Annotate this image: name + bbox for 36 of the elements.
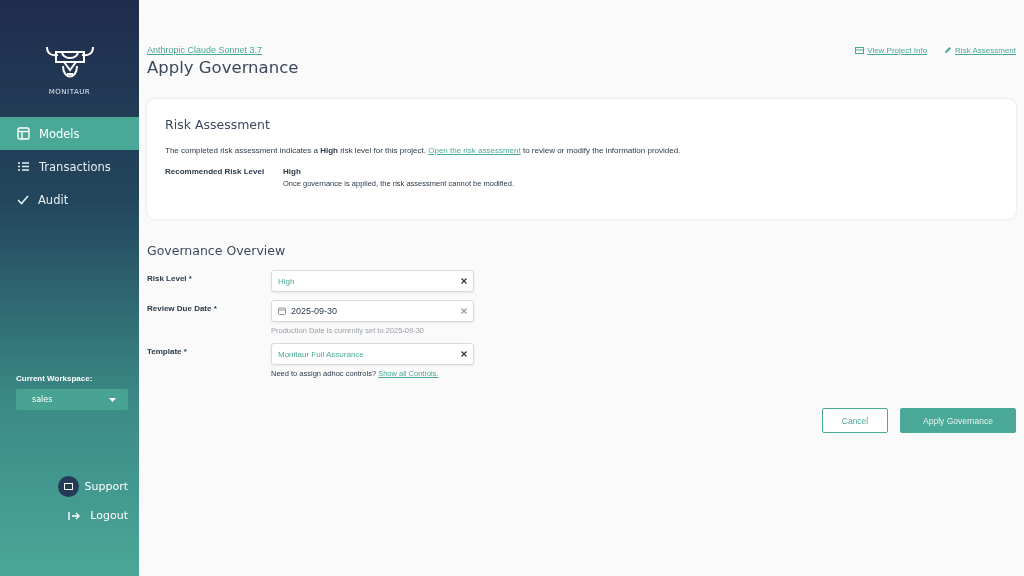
cancel-button[interactable]: Cancel bbox=[822, 408, 888, 433]
clear-icon[interactable] bbox=[461, 351, 467, 357]
header-link[interactable]: View Project Info bbox=[855, 45, 928, 55]
page-title: Apply Governance bbox=[147, 58, 300, 77]
open-assessment-link[interactable]: Open the risk assessment bbox=[428, 146, 521, 155]
date-field[interactable]: 2025-09-30 bbox=[271, 300, 474, 322]
chat-icon bbox=[57, 476, 79, 497]
apply-button[interactable]: Apply Governance bbox=[900, 408, 1016, 433]
nav-item[interactable]: Transactions bbox=[0, 150, 139, 183]
pencil-icon bbox=[944, 46, 953, 54]
field-label: Risk Level * bbox=[147, 273, 193, 285]
select-field[interactable]: High bbox=[271, 270, 474, 292]
recommended-risk-value: High bbox=[283, 167, 302, 176]
calendar-icon bbox=[278, 307, 286, 315]
select-field[interactable]: Monitaur Full Assurance bbox=[271, 343, 474, 365]
risk-summary-text: The completed risk assessment indicates a High risk level for this project. Open the risk assessment to review or modify the information provided. bbox=[165, 146, 682, 155]
field-label: Template * bbox=[147, 346, 188, 358]
card-title: Risk Assessment bbox=[165, 117, 271, 132]
clear-icon[interactable] bbox=[461, 278, 467, 284]
card-icon bbox=[855, 46, 865, 54]
list-icon bbox=[17, 161, 30, 172]
recommended-risk-label: Recommended Risk Level bbox=[165, 167, 266, 178]
header-link[interactable]: Risk Assessment bbox=[944, 45, 1016, 55]
field-label: Review Due Date * bbox=[147, 303, 218, 315]
nav-item[interactable]: Audit bbox=[0, 183, 139, 216]
workspace-dropdown[interactable]: sales bbox=[16, 389, 128, 410]
caret-icon bbox=[109, 397, 116, 402]
support-button[interactable]: Support bbox=[57, 476, 128, 497]
check-icon bbox=[17, 194, 29, 205]
logout-button[interactable]: Logout bbox=[68, 509, 128, 522]
nav-item[interactable]: Models bbox=[0, 117, 139, 150]
logout-icon bbox=[68, 510, 81, 521]
breadcrumb-link[interactable]: Anthropic Claude Sonnet 3.7 bbox=[147, 45, 263, 55]
section-title: Governance Overview bbox=[147, 243, 287, 258]
workspace-label: Current Workspace: bbox=[16, 374, 94, 383]
table-icon bbox=[17, 127, 30, 140]
